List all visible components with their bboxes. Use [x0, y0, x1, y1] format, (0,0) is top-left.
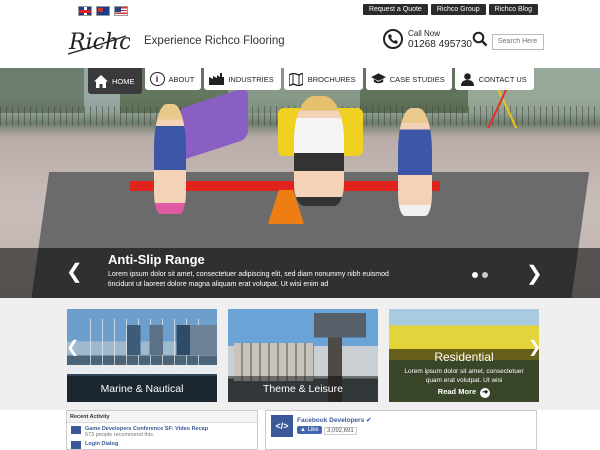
search [472, 31, 544, 52]
hero-prev-arrow-icon[interactable]: ❮ [66, 262, 83, 282]
nav-home[interactable]: HOME [88, 68, 142, 94]
nav-brochures[interactable]: BROCHURES [283, 68, 363, 90]
search-input[interactable] [492, 33, 544, 50]
list-item[interactable]: Login Dialog [67, 438, 257, 449]
phone-number: 01268 495730 [408, 39, 472, 50]
slider-dots [472, 272, 488, 278]
nav-home-label: HOME [112, 76, 135, 86]
slider-dot-2[interactable] [482, 272, 488, 278]
recent-activity-heading: Recent Activity [67, 411, 257, 423]
nav-case-studies-label: CASE STUDIES [389, 74, 445, 84]
tile-theme-label: Theme & Leisure [228, 376, 378, 402]
nav-about[interactable]: i ABOUT [144, 68, 202, 90]
nav-industries-label: INDUSTRIES [228, 74, 274, 84]
tile-marine-nautical[interactable]: Marine & Nautical [67, 309, 217, 402]
nav-case-studies[interactable]: CASE STUDIES [365, 68, 452, 90]
site-tagline: Experience Richco Flooring [144, 35, 285, 47]
list-item[interactable]: Game Developers Conference SF: Video Rec… [67, 423, 257, 438]
tile-residential[interactable]: Residential Lorem ipsum dolor sit amet, … [389, 309, 539, 402]
tiles-next-arrow-icon[interactable]: ❯ [528, 338, 541, 358]
hero-slider: Anti-Slip Range Lorem ipsum dolor sit am… [0, 68, 600, 298]
tile-marine-label: Marine & Nautical [67, 376, 217, 402]
richco-logo[interactable]: Richco [66, 22, 130, 60]
like-count: 3,092,691 [324, 427, 357, 435]
factory-icon [209, 72, 225, 86]
main-nav: HOME i ABOUT INDUSTRIES BROCHURES CASE S… [88, 68, 534, 94]
uk-flag-icon[interactable] [78, 6, 92, 16]
nav-brochures-label: BROCHURES [307, 74, 356, 84]
graduation-cap-icon [370, 72, 386, 86]
hero-title: Anti-Slip Range [108, 252, 205, 267]
facebook-page-name[interactable]: Facebook Developers ✔ [297, 416, 371, 424]
call-now[interactable]: Call Now 01268 495730 [383, 28, 472, 50]
facebook-page-icon [71, 441, 81, 449]
search-icon[interactable] [472, 31, 488, 52]
richco-blog-link[interactable]: Richco Blog [488, 4, 538, 15]
hero-next-arrow-icon[interactable]: ❯ [526, 264, 543, 284]
tile-residential-text: Lorem ipsum dolor sit amet, consectetuer… [404, 368, 524, 384]
hero-text: Lorem ipsum dolor sit amet, consectetuer… [108, 271, 389, 288]
industry-tiles: Marine & Nautical Theme & Leisure Reside… [0, 298, 600, 410]
nav-contact-us-label: CONTACT US [478, 74, 527, 84]
arrow-right-icon: ➜ [480, 388, 491, 398]
recent-activity-widget: Recent Activity Game Developers Conferen… [66, 410, 258, 450]
tile-theme-leisure[interactable]: Theme & Leisure [228, 309, 378, 402]
slider-dot-1[interactable] [472, 272, 478, 278]
map-brochure-icon [289, 72, 304, 86]
phone-icon [383, 29, 403, 49]
info-icon: i [149, 72, 165, 86]
top-links: Request a Quote Richco Group Richco Blog [362, 4, 538, 15]
home-icon [93, 74, 108, 88]
us-flag-icon[interactable] [114, 6, 128, 16]
richco-group-link[interactable]: Richco Group [430, 4, 486, 15]
au-flag-icon[interactable] [96, 6, 110, 16]
nav-about-label: ABOUT [168, 74, 195, 84]
facebook-page-icon [71, 426, 81, 434]
call-label: Call Now [408, 29, 441, 38]
hero-caption: Anti-Slip Range Lorem ipsum dolor sit am… [0, 248, 600, 298]
facebook-like-button[interactable]: ▲ Like [297, 426, 322, 434]
language-flags [78, 6, 128, 16]
verified-badge-icon: ✔ [366, 417, 372, 424]
tile-residential-label: Residential [434, 350, 494, 364]
request-quote-link[interactable]: Request a Quote [362, 4, 428, 15]
thumbs-up-icon: ▲ [300, 427, 306, 433]
facebook-developers-avatar[interactable]: </> [271, 415, 293, 437]
facebook-page-widget: </> Facebook Developers ✔ ▲ Like 3,092,6… [265, 410, 537, 450]
tiles-prev-arrow-icon[interactable]: ❮ [66, 338, 79, 358]
person-icon [460, 72, 475, 86]
read-more-link[interactable]: Read More ➜ [389, 387, 539, 398]
nav-industries[interactable]: INDUSTRIES [204, 68, 281, 90]
nav-contact-us[interactable]: CONTACT US [454, 68, 534, 90]
